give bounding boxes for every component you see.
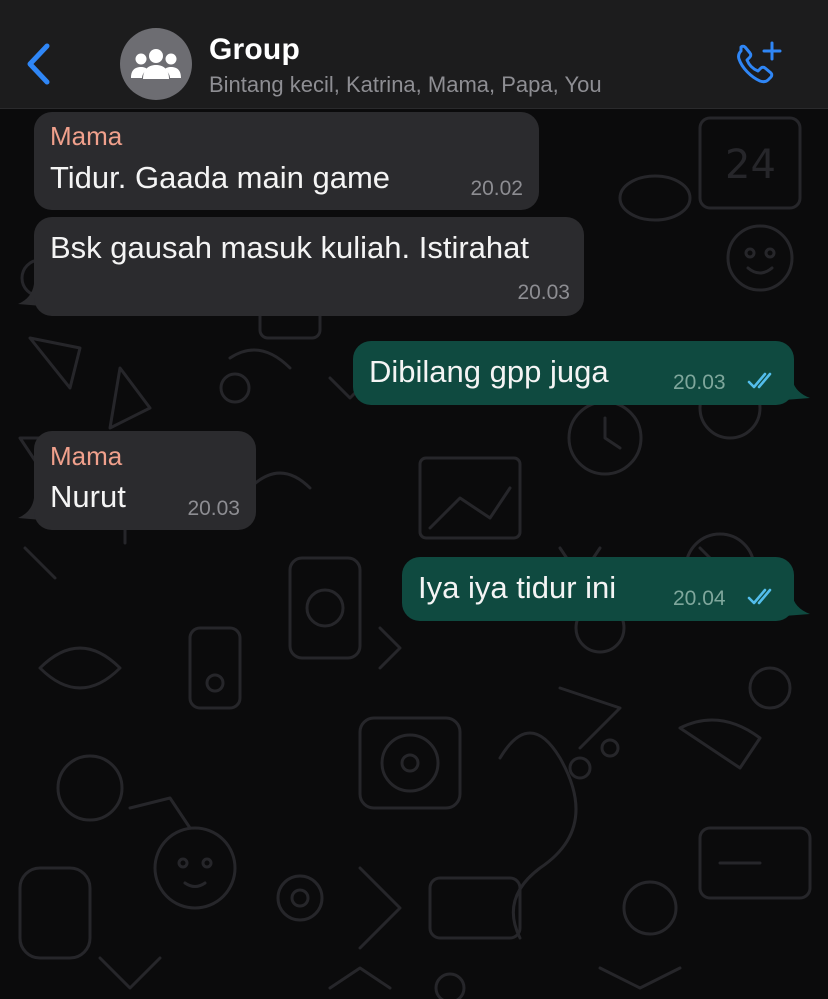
sender-name[interactable]: Mama xyxy=(50,121,122,152)
message-time: 20.03 xyxy=(517,281,570,304)
chat-header: Group Bintang kecil, Katrina, Mama, Papa… xyxy=(0,0,828,109)
message-text: Nurut xyxy=(50,479,126,514)
double-check-icon xyxy=(747,588,772,605)
message-bubble-outgoing[interactable]: Dibilang gpp juga 20.03 xyxy=(353,341,794,405)
add-call-button[interactable] xyxy=(730,38,786,90)
double-check-icon xyxy=(747,372,772,389)
message-text: Dibilang gpp juga xyxy=(369,354,609,389)
chat-participants[interactable]: Bintang kecil, Katrina, Mama, Papa, You xyxy=(209,72,602,98)
message-text: Bsk gausah masuk kuliah. Istirahat xyxy=(50,230,530,265)
add-call-icon xyxy=(737,41,782,84)
chevron-left-icon xyxy=(27,43,50,85)
message-bubble-outgoing[interactable]: Iya iya tidur ini 20.04 xyxy=(402,557,794,621)
back-button[interactable] xyxy=(18,38,58,90)
chat-title[interactable]: Group xyxy=(209,33,300,67)
svg-text:24: 24 xyxy=(725,142,776,188)
message-time: 20.03 xyxy=(673,371,726,394)
message-bubble-incoming[interactable]: Bsk gausah masuk kuliah. Istirahat 20.03 xyxy=(34,217,584,316)
group-avatar-icon xyxy=(131,49,181,79)
message-text: Iya iya tidur ini xyxy=(418,570,617,605)
group-avatar[interactable] xyxy=(120,28,192,100)
message-time: 20.04 xyxy=(673,587,726,610)
message-bubble-incoming[interactable]: Mama Nurut 20.03 xyxy=(34,431,256,530)
sender-name[interactable]: Mama xyxy=(50,441,122,472)
message-bubble-incoming[interactable]: Mama Tidur. Gaada main game 20.02 xyxy=(34,112,539,210)
message-time: 20.02 xyxy=(470,177,523,200)
message-text: Tidur. Gaada main game xyxy=(50,160,391,195)
message-time: 20.03 xyxy=(187,497,240,520)
